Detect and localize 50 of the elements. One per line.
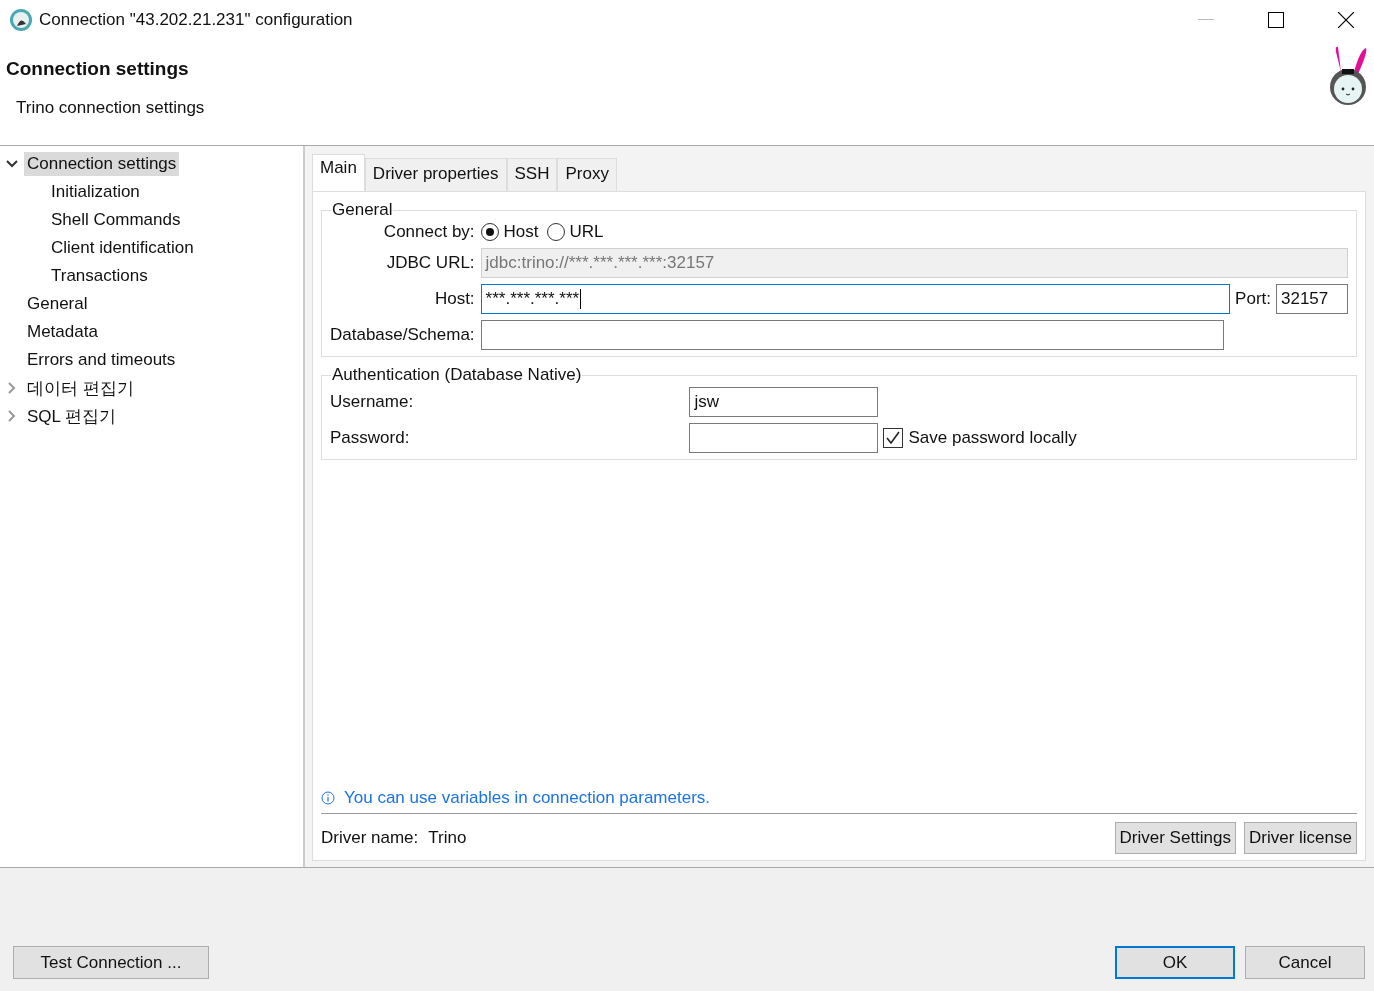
expand-icon[interactable] bbox=[8, 382, 16, 394]
driver-button[interactable]: Driver license bbox=[1244, 822, 1357, 854]
port-field[interactable]: 32157 bbox=[1276, 284, 1348, 314]
group-title: General bbox=[331, 200, 394, 220]
tree-item[interactable]: Errors and timeouts bbox=[24, 348, 179, 372]
checkbox-label: Save password locally bbox=[908, 428, 1077, 448]
driver-label: Driver name: bbox=[321, 828, 419, 848]
tree-item[interactable]: General bbox=[24, 292, 91, 316]
close-icon[interactable] bbox=[1338, 12, 1354, 28]
collapse-icon[interactable] bbox=[6, 160, 18, 168]
checkbox[interactable] bbox=[883, 428, 904, 448]
group-title: Authentication (Database Native) bbox=[331, 365, 583, 385]
tab[interactable]: Driver properties bbox=[364, 158, 507, 191]
dialog-button[interactable]: OK bbox=[1115, 946, 1235, 979]
field-label: Username: bbox=[330, 392, 415, 412]
tab[interactable]: SSH bbox=[506, 158, 558, 191]
tree-item[interactable]: SQL 편집기 bbox=[24, 402, 120, 430]
window-title: Connection "43.202.21.231" configuration bbox=[39, 10, 353, 30]
tab[interactable]: Proxy bbox=[557, 158, 617, 191]
field-label: JDBC URL: bbox=[385, 253, 475, 273]
info-text: You can use variables in connection parameters. bbox=[344, 788, 711, 808]
dialog-button[interactable]: Cancel bbox=[1245, 946, 1365, 979]
app-icon bbox=[9, 8, 33, 32]
driver-name: Trino bbox=[428, 828, 467, 848]
field-label: Host: bbox=[433, 289, 475, 309]
tree-item[interactable]: 데이터 편집기 bbox=[24, 374, 137, 402]
tree-item[interactable]: Connection settings bbox=[24, 152, 180, 176]
radio-button[interactable]: Host bbox=[480, 222, 539, 242]
field-label: Connect by: bbox=[382, 222, 475, 242]
expand-icon[interactable] bbox=[8, 410, 16, 422]
tree-item[interactable]: Initialization bbox=[48, 180, 143, 204]
host-field[interactable]: ***.***.***.*** bbox=[480, 284, 1231, 314]
driver-button[interactable]: Driver Settings bbox=[1114, 822, 1236, 854]
page-subtitle: Trino connection settings bbox=[16, 98, 206, 118]
tree-item[interactable]: Shell Commands bbox=[48, 208, 184, 232]
maximize-icon[interactable] bbox=[1268, 12, 1284, 28]
tree-item[interactable]: Metadata bbox=[24, 320, 101, 344]
tree-item[interactable]: Transactions bbox=[48, 264, 151, 288]
password-field[interactable] bbox=[689, 423, 879, 453]
username-field[interactable]: jsw bbox=[689, 387, 879, 417]
info-icon bbox=[321, 791, 335, 805]
test-connection-button[interactable]: Test Connection ... bbox=[13, 946, 209, 979]
database-field[interactable] bbox=[480, 320, 1224, 350]
radio-button[interactable]: URL bbox=[546, 222, 604, 242]
field-label: Database/Schema: bbox=[330, 325, 475, 345]
field-label: Password: bbox=[330, 428, 411, 448]
tab[interactable]: Main bbox=[312, 154, 365, 191]
field-label: Port: bbox=[1235, 289, 1271, 309]
page-title: Connection settings bbox=[6, 58, 190, 80]
tree-item[interactable]: Client identification bbox=[48, 236, 197, 260]
